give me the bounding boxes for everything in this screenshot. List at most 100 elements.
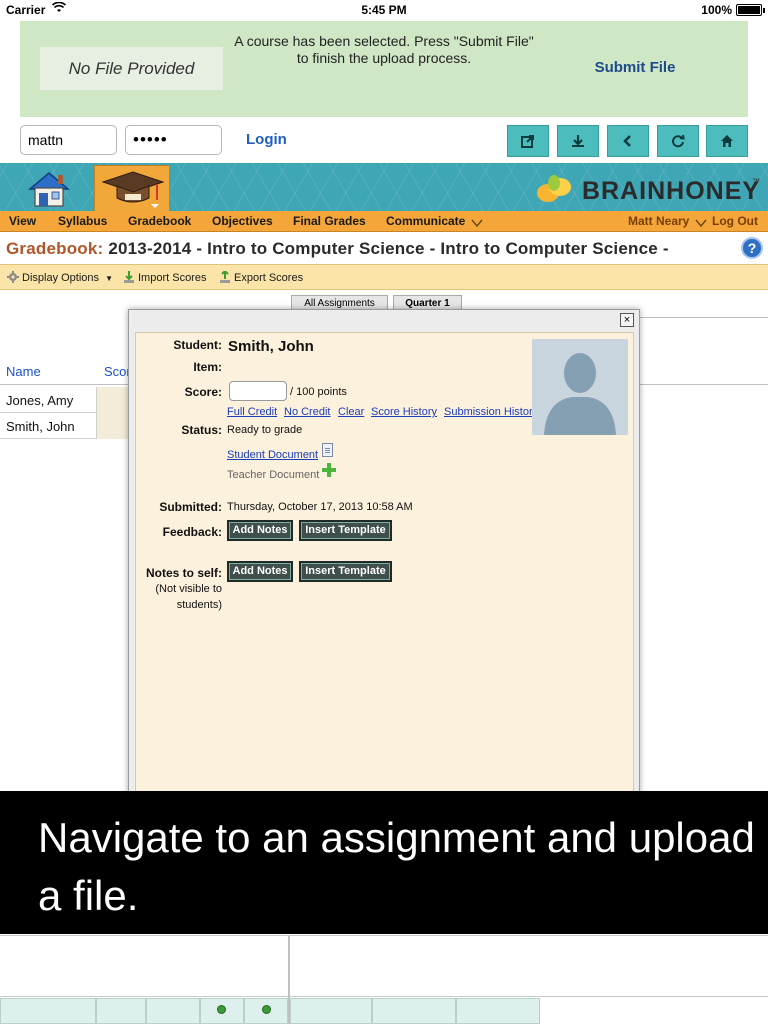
- item-label: Item:: [193, 360, 222, 374]
- gradebook-toolbar: Display Options ▼ Import Scores Export S…: [0, 264, 768, 290]
- course-tab[interactable]: [94, 165, 170, 211]
- page-title: Gradebook: 2013-2014 - Intro to Computer…: [6, 239, 669, 259]
- refresh-button[interactable]: [657, 125, 699, 157]
- clear-link[interactable]: Clear: [338, 406, 364, 418]
- graduation-cap-icon: [101, 171, 165, 208]
- clock: 5:45 PM: [361, 3, 407, 17]
- grid-cell: [96, 998, 146, 1024]
- notes-to-self-note: (Not visible to: [155, 583, 222, 595]
- page: Carrier 5:45 PM 100% No File Provided A …: [0, 0, 768, 1024]
- full-credit-link[interactable]: Full Credit: [227, 406, 277, 418]
- grid-cell: [372, 998, 456, 1024]
- download-icon: [572, 135, 584, 147]
- score-cell[interactable]: [96, 413, 130, 439]
- menu-view[interactable]: View: [9, 214, 36, 228]
- menu-gradebook[interactable]: Gradebook: [128, 214, 191, 228]
- grid-row-divider: [0, 935, 768, 936]
- grid-cell: [146, 998, 200, 1024]
- gear-icon: [7, 271, 19, 283]
- notes-insert-template-button[interactable]: Insert Template: [299, 561, 392, 582]
- person-silhouette-icon: [532, 339, 628, 435]
- avatar: [532, 339, 628, 435]
- course-title: 2013-2014 - Intro to Computer Science - …: [108, 239, 669, 258]
- grid-cell: [456, 998, 540, 1024]
- notes-to-self-label: Notes to self:: [145, 566, 222, 580]
- battery-icon: [736, 4, 765, 16]
- main-menu: View Syllabus Gradebook Objectives Final…: [0, 211, 768, 232]
- download-button[interactable]: [557, 125, 599, 157]
- grid-row-divider: [0, 996, 768, 997]
- document-icon[interactable]: [322, 443, 333, 457]
- status-label: Status:: [181, 423, 222, 437]
- score-input[interactable]: [229, 381, 287, 401]
- brand-trademark: ™: [752, 177, 760, 186]
- instruction-caption: Navigate to an assignment and upload a f…: [0, 791, 768, 934]
- share-button[interactable]: [507, 125, 549, 157]
- home-button[interactable]: [706, 125, 748, 157]
- house-icon: [27, 172, 71, 207]
- import-scores-label: Import Scores: [138, 272, 207, 284]
- close-button[interactable]: ×: [620, 313, 634, 327]
- grade-detail-dialog: × Student: Smith, John Item: Score: / 10…: [128, 309, 640, 800]
- export-scores-label: Export Scores: [234, 272, 304, 284]
- status-dot-icon: [262, 1005, 271, 1014]
- display-options-label: Display Options: [22, 272, 100, 284]
- menu-objectives[interactable]: Objectives: [212, 214, 273, 228]
- home-tab[interactable]: [26, 169, 72, 209]
- notes-to-self-note-2: students): [176, 599, 222, 611]
- menu-communicate[interactable]: Communicate: [386, 214, 465, 228]
- password-input[interactable]: [125, 125, 222, 155]
- submitted-label: Submitted:: [159, 500, 222, 514]
- grid-cell: [0, 998, 96, 1024]
- score-max: / 100 points: [290, 386, 347, 398]
- no-credit-link[interactable]: No Credit: [284, 406, 330, 418]
- submit-file-button[interactable]: Submit File: [580, 59, 690, 76]
- submission-history-link[interactable]: Submission Histor: [444, 406, 533, 418]
- grade-detail-panel: Student: Smith, John Item: Score: / 100 …: [135, 332, 634, 800]
- feedback-label: Feedback:: [162, 525, 222, 539]
- display-options-button[interactable]: Display Options ▼: [7, 271, 113, 284]
- home-icon: [721, 135, 733, 147]
- upload-banner: No File Provided A course has been selec…: [20, 21, 748, 117]
- export-icon: [220, 271, 230, 283]
- back-icon: [623, 135, 631, 147]
- login-button[interactable]: Login: [246, 131, 287, 148]
- logout-link[interactable]: Log Out: [712, 214, 758, 228]
- feedback-add-notes-button[interactable]: Add Notes: [227, 520, 293, 541]
- honey-logo-icon: [537, 175, 571, 202]
- feedback-insert-template-button[interactable]: Insert Template: [299, 520, 392, 541]
- status-bar: Carrier 5:45 PM 100%: [0, 0, 768, 20]
- brainhoney-logo: BRAINHONEY ™: [536, 171, 766, 205]
- refresh-icon: [672, 134, 685, 148]
- username-input[interactable]: [20, 125, 117, 155]
- grid-cell: [290, 998, 372, 1024]
- import-icon: [124, 271, 134, 283]
- help-icon[interactable]: ?: [741, 237, 763, 259]
- teacher-document-label: Teacher Document: [227, 469, 320, 481]
- score-history-link[interactable]: Score History: [371, 406, 437, 418]
- page-title-label: Gradebook:: [6, 239, 104, 258]
- user-menu[interactable]: Matt Neary: [628, 214, 689, 228]
- caret-down-icon: ▼: [105, 274, 114, 283]
- share-icon: [521, 135, 534, 148]
- back-button[interactable]: [607, 125, 649, 157]
- import-scores-button[interactable]: Import Scores: [123, 271, 206, 284]
- score-label: Score:: [184, 385, 222, 399]
- add-document-icon[interactable]: [322, 463, 336, 477]
- notes-add-notes-button[interactable]: Add Notes: [227, 561, 293, 582]
- app-header: BRAINHONEY ™: [0, 163, 768, 211]
- upload-message: A course has been selected. Press "Submi…: [234, 33, 534, 66]
- export-scores-button[interactable]: Export Scores: [219, 271, 303, 284]
- column-header-name[interactable]: Name: [6, 364, 41, 379]
- status-dot-icon: [217, 1005, 226, 1014]
- status-value: Ready to grade: [227, 424, 303, 436]
- menu-final-grades[interactable]: Final Grades: [293, 214, 366, 228]
- brand-name: BRAINHONEY: [582, 177, 761, 205]
- score-cell[interactable]: [96, 387, 130, 413]
- battery-percent: 100%: [701, 3, 732, 17]
- student-document-link[interactable]: Student Document: [227, 449, 318, 461]
- student-name: Smith, John: [228, 338, 314, 355]
- column-header-score[interactable]: Scor: [104, 364, 131, 379]
- menu-syllabus[interactable]: Syllabus: [58, 214, 107, 228]
- chevron-down-icon: [471, 215, 483, 233]
